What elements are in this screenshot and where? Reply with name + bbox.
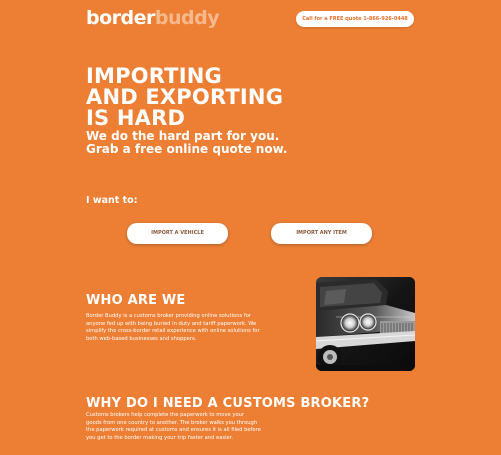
hero-title: IMPORTING AND EXPORTING IS HARD [86,66,283,129]
why-text-line: the paperwork required at customs and en… [86,427,261,433]
who-text-line: anyone fed up with being buried in duty … [86,320,257,327]
hero-subtitle: We do the hard part for you. Grab a free… [86,130,287,156]
call-free-quote-button[interactable]: Call for a FREE quote 1-866-926-0448 [296,11,414,27]
hero-subtitle-line: Grab a free online quote now. [86,142,288,156]
why-text-line: Customs brokers help complete the paperw… [86,412,245,418]
why-customs-broker-heading: WHY DO I NEED A CUSTOMS BROKER? [86,396,370,411]
i-want-to-label: I want to: [86,195,138,206]
classic-car-photo [316,277,415,371]
car-illustration [316,277,415,371]
why-text-line: goods from one country to another. The b… [86,419,258,426]
who-text-line: Border Buddy is a customs broker providi… [86,313,252,319]
why-customs-broker-text: Customs brokers help complete the paperw… [86,412,286,442]
import-vehicle-button[interactable]: IMPORT A VEHICLE [127,223,228,244]
landing-page: borderbuddy Call for a FREE quote 1-866-… [0,0,501,455]
hero-title-line: IMPORTING [86,64,222,88]
logo-text-border: border [86,7,155,29]
import-item-button[interactable]: IMPORT ANY ITEM [271,223,372,244]
who-are-we-heading: WHO ARE WE [86,293,186,308]
hero-title-line: AND EXPORTING [86,85,284,109]
who-are-we-text: Border Buddy is a customs broker providi… [86,313,286,343]
who-text-line: both web-based businesses and shoppers. [86,335,197,342]
logo-text-buddy: buddy [154,7,220,29]
hero-title-line: IS HARD [86,106,186,130]
why-text-line: you get to the border making your trip f… [86,434,234,441]
logo[interactable]: borderbuddy [86,7,220,29]
who-text-line: simplify the cross-border retail experie… [86,328,260,334]
